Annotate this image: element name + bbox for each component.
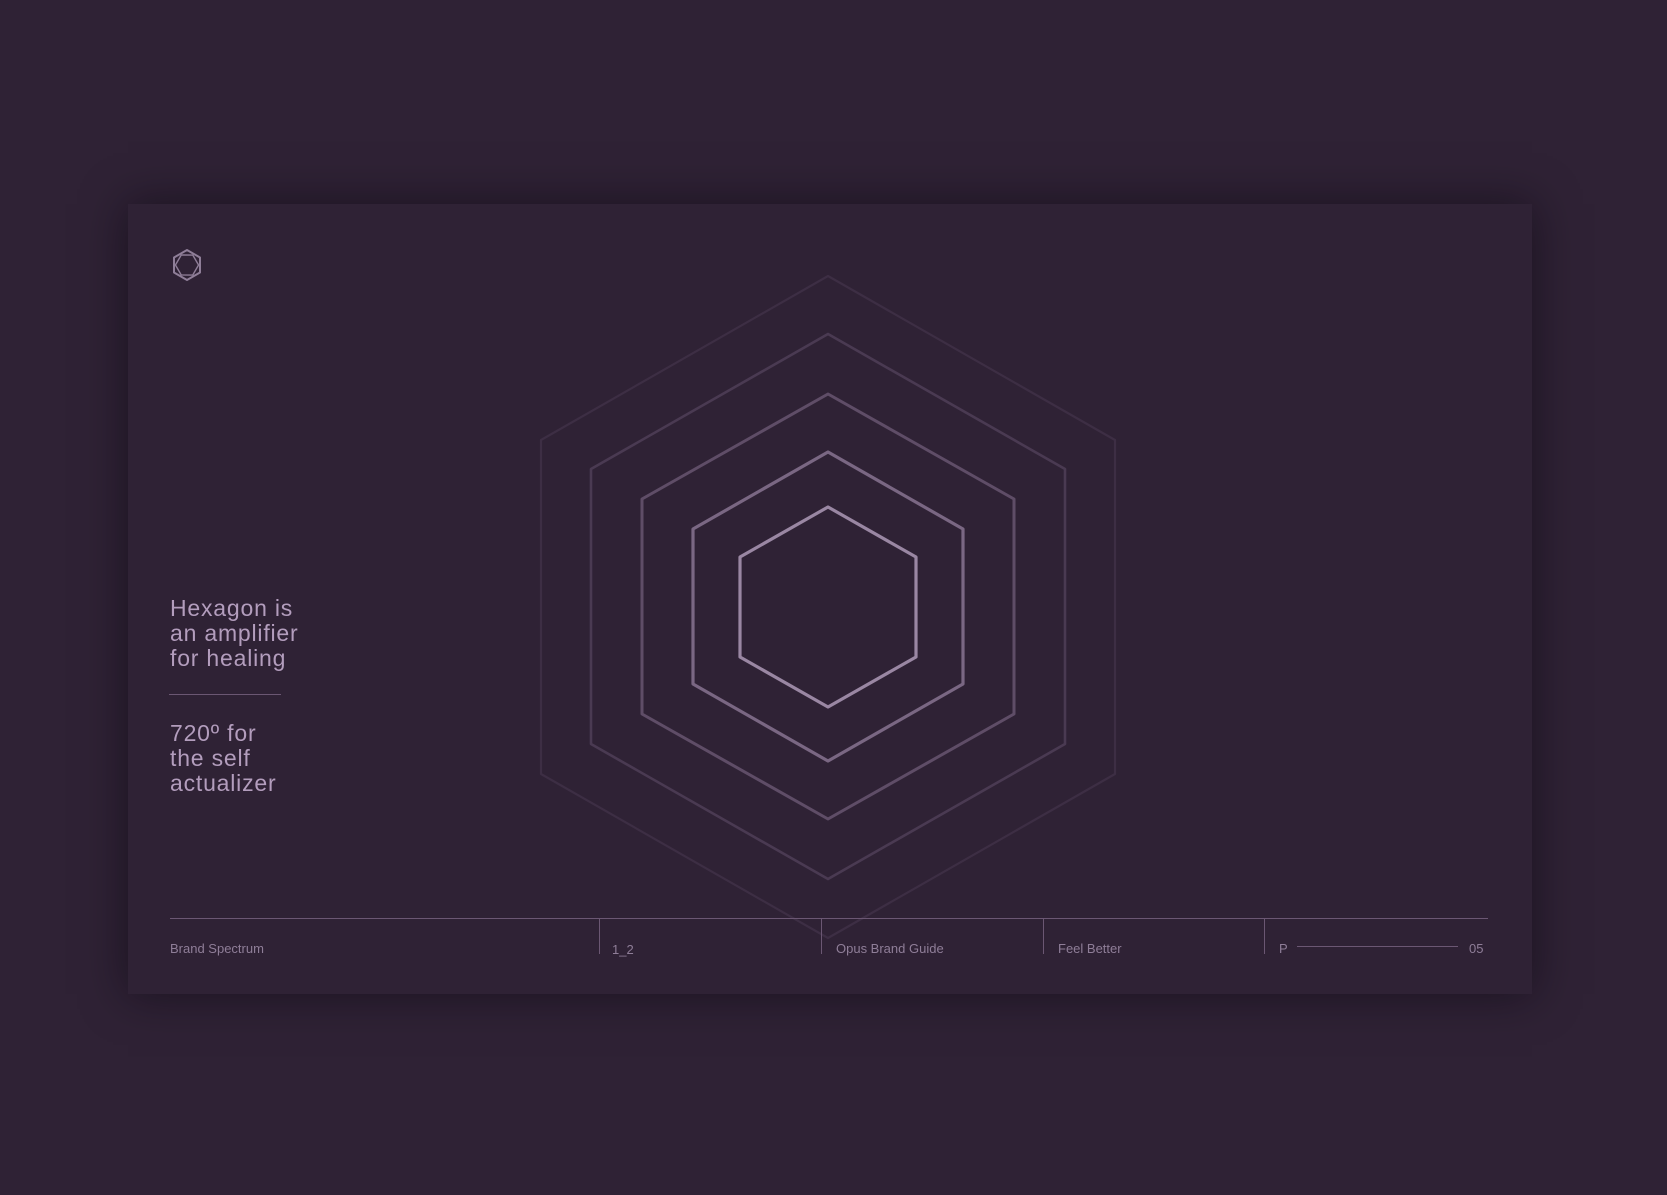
brand-guide-slide: Hexagon is an amplifier for healing 720º… (128, 204, 1532, 994)
footer-guide-label: Opus Brand Guide (836, 941, 944, 956)
footer-divider (599, 919, 600, 954)
footer-tagline-label: Feel Better (1058, 941, 1122, 956)
footer-divider (1043, 919, 1044, 954)
footer-section-label: Brand Spectrum (170, 941, 264, 956)
statement-line: an amplifier (170, 620, 299, 646)
page-background: Hexagon is an amplifier for healing 720º… (0, 0, 1667, 1195)
page-indicator-line (1297, 946, 1458, 947)
hexagon-ring-1 (738, 505, 918, 709)
statement-line: the self (170, 745, 251, 771)
page-number: 05 (1469, 941, 1484, 956)
hexagon-ring-2 (691, 450, 965, 763)
hexagon-ring-3 (640, 392, 1016, 821)
slide-footer: Brand Spectrum 1_2 Opus Brand Guide Feel… (170, 918, 1488, 957)
footer-page-prefix-label: P (1279, 941, 1288, 956)
footer-divider (821, 919, 822, 954)
statement-divider (169, 694, 281, 695)
statement-720: 720º for the self actualizer (170, 721, 276, 796)
statement-line: for healing (170, 645, 287, 671)
footer-chapter-label: 1_2 (612, 942, 634, 957)
statement-line: actualizer (170, 770, 277, 796)
statement-amplifier: Hexagon is an amplifier for healing (170, 596, 299, 671)
footer-divider (1264, 919, 1265, 954)
statement-line: Hexagon is (170, 595, 294, 621)
statement-line: 720º for (170, 720, 257, 746)
concentric-hexagons-graphic (539, 274, 1117, 940)
hexagon-ring-4 (589, 332, 1067, 881)
hexagon-ring-5 (539, 274, 1117, 940)
